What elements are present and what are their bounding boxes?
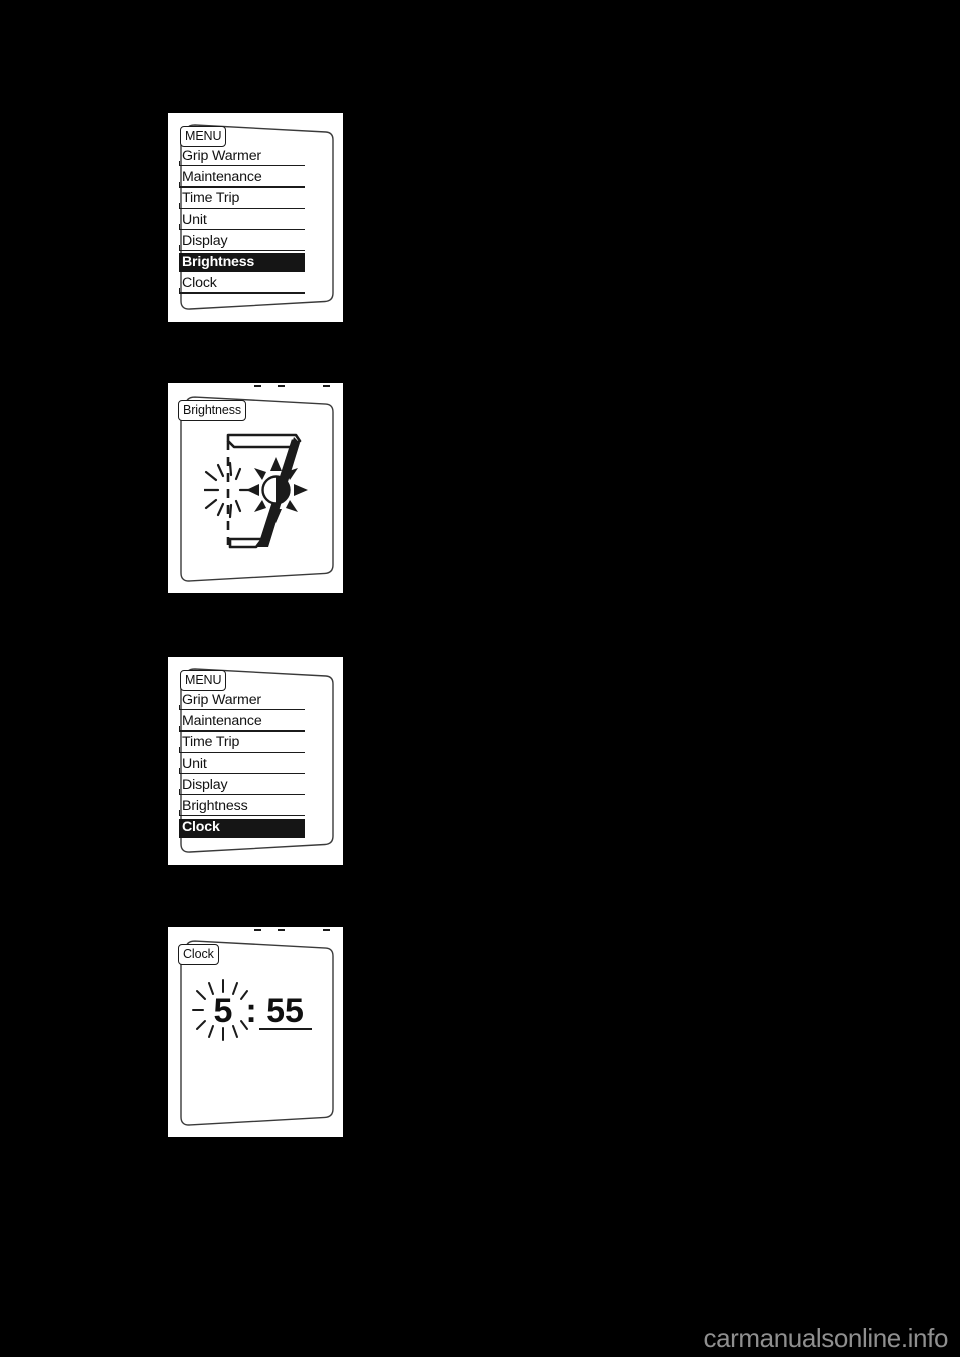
menu-item-brightness-selected[interactable]: Brightness [179, 253, 309, 274]
illustration-plate-brightness: Brightness [168, 383, 343, 593]
row-rule [179, 730, 305, 732]
menu-item-label: Brightness [182, 253, 255, 270]
menu-item-label: Maintenance [182, 169, 262, 186]
menu-item-label: Display [182, 232, 228, 249]
screen-tag-clock: Clock [178, 944, 219, 965]
row-rule [179, 836, 305, 838]
menu-item-label: Clock [182, 819, 220, 836]
menu-list: Grip Warmer Maintenance Time Trip Unit D [179, 691, 309, 839]
menu-item-unit[interactable]: Unit [179, 755, 309, 776]
row-rule [179, 186, 305, 188]
row-rule [179, 793, 305, 796]
site-watermark: carmanualsonline.info [703, 1323, 948, 1353]
menu-item-brightness[interactable]: Brightness [179, 797, 309, 818]
clock-hour-digit: 5 [214, 992, 233, 1030]
menu-item-label: Time Trip [182, 190, 240, 207]
clock-separator: : [245, 992, 256, 1030]
brightness-level-illustration [204, 427, 314, 557]
menu-item-label: Maintenance [182, 713, 262, 730]
illustration-plate-clock: Clock 5: 55 [168, 927, 343, 1137]
menu-item-label: Time Trip [182, 734, 240, 751]
menu-item-label: Clock [182, 275, 217, 292]
row-rule [179, 165, 305, 167]
illustration-plate-menu-brightness: MENU Grip Warmer Maintenance Time Trip U… [168, 113, 343, 322]
menu-item-maintenance[interactable]: Maintenance [179, 168, 309, 189]
menu-item-time-trip[interactable]: Time Trip [179, 189, 309, 210]
menu-item-label: Grip Warmer [182, 148, 262, 164]
row-rule [179, 228, 305, 230]
clock-minute-digits: 55 [266, 992, 304, 1030]
menu-item-label: Unit [182, 211, 207, 228]
sun-brightness-icon [246, 457, 308, 523]
menu-item-clock-selected[interactable]: Clock [179, 818, 309, 839]
menu-item-grip-warmer[interactable]: Grip Warmer [179, 691, 309, 712]
menu-item-label: Grip Warmer [182, 692, 262, 708]
menu-item-clock[interactable]: Clock [179, 274, 309, 295]
menu-item-display[interactable]: Display [179, 232, 309, 253]
row-rule [179, 249, 305, 252]
row-rule [179, 709, 305, 711]
row-rule [179, 271, 305, 273]
menu-item-display[interactable]: Display [179, 776, 309, 797]
menu-item-label: Brightness [182, 797, 248, 814]
menu-item-label: Unit [182, 755, 207, 772]
screen-tag-brightness: Brightness [178, 400, 247, 421]
row-rule [179, 207, 305, 209]
screen-tag-menu: MENU [180, 126, 227, 147]
row-rule [179, 751, 305, 753]
illustration-plate-menu-clock: MENU Grip Warmer Maintenance Time Trip U… [168, 657, 343, 865]
menu-item-time-trip[interactable]: Time Trip [179, 733, 309, 754]
row-rule [179, 815, 305, 817]
menu-item-grip-warmer[interactable]: Grip Warmer [179, 147, 309, 168]
menu-item-maintenance[interactable]: Maintenance [179, 712, 309, 733]
menu-list: Grip Warmer Maintenance Time Trip Unit D [179, 147, 309, 295]
menu-item-label: Display [182, 776, 228, 793]
menu-item-unit[interactable]: Unit [179, 211, 309, 232]
row-rule [179, 772, 305, 774]
row-rule [179, 292, 305, 294]
screen-tag-menu: MENU [180, 670, 227, 691]
clock-time-illustration: 5 : 55 [192, 979, 317, 1041]
